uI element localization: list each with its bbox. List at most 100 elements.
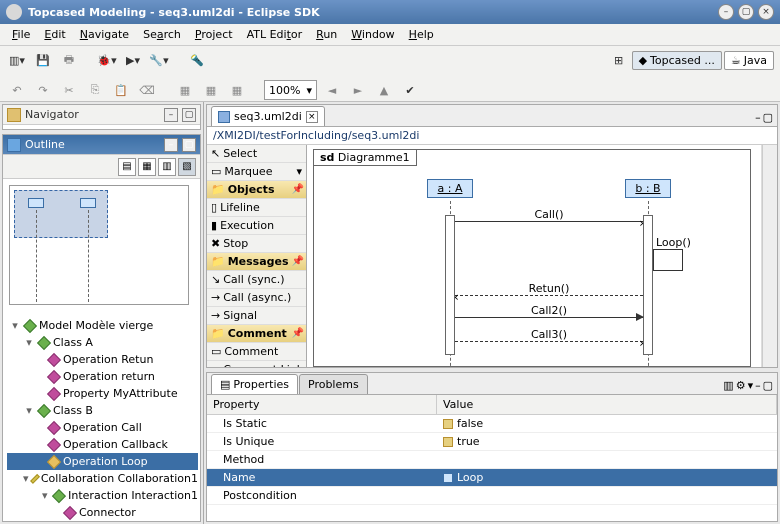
tree-op-callback[interactable]: Operation Callback (7, 436, 198, 453)
prop-row-isstatic[interactable]: Is Staticfalse (207, 415, 777, 433)
nav-back-button[interactable]: ◄ (321, 79, 343, 101)
tree-op-loop[interactable]: Operation Loop (7, 453, 198, 470)
tree-collaboration[interactable]: ▾Collaboration Collaboration1 (7, 470, 198, 487)
paste-button[interactable]: 📋 (110, 79, 132, 101)
outline-max-button[interactable]: ▢ (182, 138, 196, 152)
activation-b[interactable] (643, 215, 653, 355)
msg-call2[interactable]: Call2() (455, 317, 643, 318)
palette-comment[interactable]: ▭ Comment (207, 343, 306, 361)
prop-btn-2[interactable]: ⚙ (736, 379, 746, 392)
tree-class-b[interactable]: ▾Class B (7, 402, 198, 419)
print-button[interactable]: 🖶 (58, 49, 80, 71)
run-button[interactable]: ▶▾ (122, 49, 144, 71)
palette-messages-hdr[interactable]: 📁 Messages📌 (207, 253, 306, 271)
prop-max-button[interactable]: ▢ (763, 379, 773, 392)
editor-vscrollbar[interactable] (762, 145, 777, 367)
new-button[interactable]: ▥▾ (6, 49, 28, 71)
save-button[interactable]: 💾 (32, 49, 54, 71)
outline-header[interactable]: Outline – ▢ (3, 135, 200, 155)
zoom-dropdown[interactable]: 100%▾ (264, 80, 317, 100)
maximize-button[interactable]: ▢ (738, 4, 754, 20)
nav-up-button[interactable]: ▲ (373, 79, 395, 101)
palette-stop[interactable]: ✖ Stop (207, 235, 306, 253)
menu-navigate[interactable]: Navigate (74, 26, 135, 43)
palette-execution[interactable]: ▮ Execution (207, 217, 306, 235)
align-left-button[interactable]: ▦ (174, 79, 196, 101)
menu-atl[interactable]: ATL Editor (241, 26, 309, 43)
menu-file[interactable]: File (6, 26, 36, 43)
close-button[interactable]: × (758, 4, 774, 20)
menu-help[interactable]: Help (403, 26, 440, 43)
tree-interaction[interactable]: ▾Interaction Interaction1 (7, 487, 198, 504)
prop-row-name[interactable]: NameLoop (207, 469, 777, 487)
prop-row-isunique[interactable]: Is Uniquetrue (207, 433, 777, 451)
copy-button[interactable]: ⎘ (84, 79, 106, 101)
perspective-topcased[interactable]: ◆ Topcased ... (632, 51, 722, 70)
tab-properties[interactable]: ▤ Properties (211, 374, 298, 394)
prop-row-postcond[interactable]: Postcondition (207, 487, 777, 505)
search-button[interactable]: 🔦 (186, 49, 208, 71)
undo-button[interactable]: ↶ (6, 79, 28, 101)
palette-comment-hdr[interactable]: 📁 Comment📌 (207, 325, 306, 343)
editor-tab-seq3[interactable]: seq3.uml2di × (211, 106, 325, 126)
prop-menu-button[interactable]: ▾ (748, 379, 754, 392)
ext-tools-button[interactable]: 🔧▾ (148, 49, 170, 71)
tree-connector[interactable]: Connector (7, 504, 198, 521)
navigator-header[interactable]: Navigator – ▢ (3, 105, 200, 125)
header-property[interactable]: Property (207, 395, 437, 414)
tree-op-call[interactable]: Operation Call (7, 419, 198, 436)
tree-op-retun[interactable]: Operation Retun (7, 351, 198, 368)
activation-a[interactable] (445, 215, 455, 355)
navigator-min-button[interactable]: – (164, 108, 178, 122)
palette-signal[interactable]: → Signal (207, 307, 306, 325)
msg-loop[interactable]: Loop() (653, 249, 683, 271)
delete-button[interactable]: ⌫ (136, 79, 158, 101)
breadcrumb[interactable]: /XMI2DI/testForIncluding/seq3.uml2di (207, 127, 777, 145)
tree-model[interactable]: ▾Model Modèle vierge (7, 317, 198, 334)
debug-button[interactable]: 🐞▾ (96, 49, 118, 71)
menu-edit[interactable]: Edit (38, 26, 71, 43)
lifeline-a[interactable]: a : A (427, 179, 473, 198)
validate-button[interactable]: ✔ (399, 79, 421, 101)
diagram-canvas[interactable]: sd sd Diagramme1Diagramme1 a : A b : B (307, 145, 762, 367)
cut-button[interactable]: ✂ (58, 79, 80, 101)
prop-btn-1[interactable]: ▥ (723, 379, 733, 392)
tree-op-return[interactable]: Operation return (7, 368, 198, 385)
palette-callasync[interactable]: → Call (async.) (207, 289, 306, 307)
align-right-button[interactable]: ▦ (226, 79, 248, 101)
perspective-java[interactable]: ☕ Java (724, 51, 774, 70)
navigator-max-button[interactable]: ▢ (182, 108, 196, 122)
outline-mode-3[interactable]: ▥ (158, 158, 176, 176)
minimize-button[interactable]: – (718, 4, 734, 20)
outline-mode-4[interactable]: ▧ (178, 158, 196, 176)
prop-min-button[interactable]: – (755, 379, 761, 392)
lifeline-b[interactable]: b : B (625, 179, 671, 198)
msg-call[interactable]: Call()› (455, 221, 643, 222)
palette-select[interactable]: ↖ Select (207, 145, 306, 163)
redo-button[interactable]: ↷ (32, 79, 54, 101)
outline-mode-1[interactable]: ▤ (118, 158, 136, 176)
palette-callsync[interactable]: ↘ Call (sync.) (207, 271, 306, 289)
menu-window[interactable]: Window (345, 26, 400, 43)
palette-commentlink[interactable]: ↝ Comment Link (207, 361, 306, 367)
msg-retun[interactable]: Retun()‹ (455, 295, 643, 296)
outline-mode-2[interactable]: ▦ (138, 158, 156, 176)
outline-min-button[interactable]: – (164, 138, 178, 152)
editor-tab-close[interactable]: × (306, 111, 318, 123)
tab-problems[interactable]: Problems (299, 374, 368, 394)
menu-search[interactable]: Search (137, 26, 187, 43)
palette-lifeline[interactable]: ▯ Lifeline (207, 199, 306, 217)
header-value[interactable]: Value (437, 395, 777, 414)
menu-project[interactable]: Project (189, 26, 239, 43)
editor-min-button[interactable]: – (755, 111, 761, 124)
palette-objects-hdr[interactable]: 📁 Objects📌 (207, 181, 306, 199)
outline-overview[interactable] (3, 179, 200, 315)
menu-run[interactable]: Run (310, 26, 343, 43)
msg-call3[interactable]: Call3()› (455, 341, 643, 342)
tree-prop-myattr[interactable]: Property MyAttribute (7, 385, 198, 402)
editor-max-button[interactable]: ▢ (763, 111, 773, 124)
align-center-button[interactable]: ▦ (200, 79, 222, 101)
open-perspective-button[interactable]: ⊞ (608, 49, 630, 71)
tree-class-a[interactable]: ▾Class A (7, 334, 198, 351)
outline-tree[interactable]: ▾Model Modèle vierge ▾Class A Operation … (3, 315, 200, 521)
